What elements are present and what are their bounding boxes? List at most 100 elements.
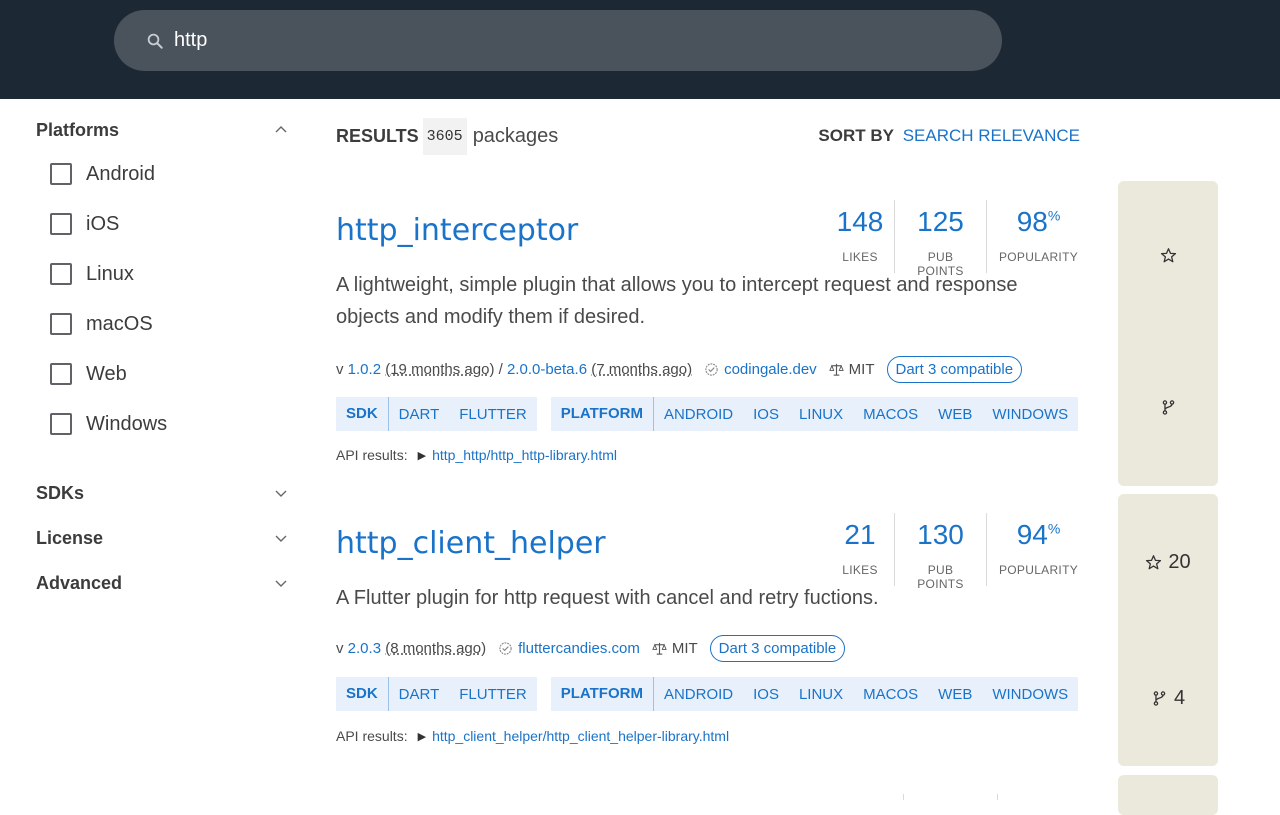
- platform-option-android[interactable]: Android: [50, 149, 167, 199]
- sdk-tag-dart[interactable]: DART: [389, 686, 450, 703]
- platform-tag-linux[interactable]: LINUX: [789, 686, 853, 703]
- version-link[interactable]: 1.0.2: [348, 361, 381, 378]
- platform-tag-linux[interactable]: LINUX: [789, 406, 853, 423]
- popularity-unit: %: [1047, 207, 1061, 224]
- star-icon: [1146, 554, 1162, 569]
- platform-tag-macos[interactable]: MACOS: [853, 686, 928, 703]
- search-bar[interactable]: http: [114, 10, 1002, 71]
- fork-icon: [1153, 690, 1166, 706]
- checkbox[interactable]: [50, 163, 72, 185]
- popularity-number: 98: [1016, 206, 1048, 237]
- package-metrics: 21 LIKES 130 PUB POINTS 94% POPULARITY: [826, 513, 1080, 591]
- platform-tag-android[interactable]: ANDROID: [654, 686, 743, 703]
- popularity-metric: 94% POPULARITY: [986, 513, 1080, 586]
- sdks-filter-header[interactable]: SDKs: [36, 481, 288, 505]
- expand-triangle-icon[interactable]: ▶: [418, 449, 426, 462]
- sdk-tag-dart[interactable]: DART: [389, 406, 450, 423]
- api-result-link[interactable]: http_http/http_http-library.html: [432, 447, 617, 463]
- popularity-unit: %: [1047, 520, 1061, 537]
- platforms-filter-label: Platforms: [36, 119, 120, 140]
- fork-icon: [1162, 399, 1174, 415]
- points-value: 125: [917, 206, 964, 237]
- platform-tag-macos[interactable]: MACOS: [853, 406, 928, 423]
- expand-triangle-icon[interactable]: ▶: [418, 730, 426, 743]
- top-header: http: [0, 0, 1280, 99]
- sdk-tag-flutter[interactable]: FLUTTER: [449, 406, 537, 423]
- package-card: http_client_helper 21 LIKES 130 PUB POIN…: [336, 494, 1080, 774]
- checkbox[interactable]: [50, 263, 72, 285]
- popularity-metric: 98% POPULARITY: [986, 200, 1080, 273]
- checkbox[interactable]: [50, 363, 72, 385]
- platform-label: macOS: [86, 312, 153, 335]
- checkbox[interactable]: [50, 313, 72, 335]
- platform-label: iOS: [86, 212, 120, 235]
- package-meta: v 2.0.3 (8 months ago) fluttercandies.co…: [336, 635, 846, 662]
- likes-metric: 21 LIKES: [826, 513, 894, 586]
- platform-tag-windows[interactable]: WINDOWS: [982, 406, 1078, 423]
- chevron-down-icon[interactable]: [274, 576, 288, 590]
- platform-tag-android[interactable]: ANDROID: [654, 406, 743, 423]
- platform-option-ios[interactable]: iOS: [50, 199, 167, 249]
- platform-tag-ios[interactable]: IOS: [743, 686, 789, 703]
- package-description: A lightweight, simple plugin that allows…: [336, 274, 1018, 328]
- platform-tag-ios[interactable]: IOS: [743, 406, 789, 423]
- platform-option-linux[interactable]: Linux: [50, 249, 167, 299]
- checkbox[interactable]: [50, 213, 72, 235]
- version-link[interactable]: 2.0.3: [348, 640, 381, 657]
- package-title-link[interactable]: http_client_helper: [336, 526, 606, 561]
- sdk-tag-label[interactable]: SDK: [336, 397, 389, 431]
- points-metric: 125 PUB POINTS: [894, 200, 986, 278]
- license-filter-header[interactable]: License: [36, 526, 288, 550]
- sort-label: SORT BY: [818, 126, 894, 145]
- license-text: MIT: [671, 640, 698, 657]
- platform-tag-web[interactable]: WEB: [928, 406, 982, 423]
- platform-label: Web: [86, 362, 127, 385]
- platform-tag-label[interactable]: PLATFORM: [551, 397, 654, 431]
- prerelease-link[interactable]: 2.0.0-beta.6: [507, 361, 587, 378]
- checkbox[interactable]: [50, 413, 72, 435]
- likes-value: 21: [844, 519, 876, 550]
- chevron-down-icon[interactable]: [274, 531, 288, 545]
- prerelease-separator: /: [494, 361, 507, 378]
- dart3-badge[interactable]: Dart 3 compatible: [709, 635, 846, 662]
- popularity-label: POPULARITY: [998, 250, 1079, 264]
- platform-label: Windows: [86, 412, 168, 435]
- publisher-link[interactable]: fluttercandies.com: [518, 640, 640, 657]
- dart3-badge[interactable]: Dart 3 compatible: [886, 356, 1023, 383]
- license-text: MIT: [848, 361, 875, 378]
- platform-tag-web[interactable]: WEB: [928, 686, 982, 703]
- package-card: http_interceptor 148 LIKES 125 PUB POINT…: [336, 181, 1080, 481]
- platform-tag-label[interactable]: PLATFORM: [551, 677, 654, 711]
- api-results: API results: ▶ http_http/http_http-libra…: [336, 447, 617, 463]
- platform-tag-windows[interactable]: WINDOWS: [982, 686, 1078, 703]
- results-count-badge: 3605: [422, 117, 467, 155]
- side-likes-count: 20: [1168, 550, 1191, 573]
- results-header: RESULTS 3605 packages SORT BY SEARCH REL…: [336, 116, 1080, 156]
- advanced-filter-header[interactable]: Advanced: [36, 571, 288, 595]
- package-title-link[interactable]: http_interceptor: [336, 213, 578, 248]
- license-filter-label: License: [36, 527, 104, 548]
- side-likes[interactable]: [1118, 243, 1218, 267]
- prerelease-age: (7 months ago): [591, 361, 693, 378]
- repo-side-panel: [1118, 775, 1218, 815]
- publisher-link[interactable]: codingale.dev: [724, 361, 817, 378]
- api-result-link[interactable]: http_client_helper/http_client_helper-li…: [432, 728, 729, 744]
- platform-option-windows[interactable]: Windows: [50, 399, 167, 449]
- chevron-down-icon[interactable]: [274, 486, 288, 500]
- repo-side-panel: [1118, 181, 1218, 486]
- side-likes[interactable]: 20: [1118, 550, 1218, 574]
- sort-dropdown-link[interactable]: SEARCH RELEVANCE: [903, 126, 1080, 145]
- sort-control: SORT BY SEARCH RELEVANCE: [818, 126, 1080, 146]
- side-forks[interactable]: 4: [1118, 686, 1218, 710]
- sdk-tag-group: SDK DART FLUTTER: [336, 677, 537, 711]
- sdks-filter-label: SDKs: [36, 482, 85, 503]
- side-forks[interactable]: [1118, 395, 1218, 419]
- platforms-filter-header[interactable]: Platforms: [36, 118, 288, 142]
- sdk-tag-label[interactable]: SDK: [336, 677, 389, 711]
- platform-option-web[interactable]: Web: [50, 349, 167, 399]
- sdk-tag-flutter[interactable]: FLUTTER: [449, 686, 537, 703]
- search-input[interactable]: http: [174, 29, 207, 52]
- package-description: A Flutter plugin for http request with c…: [336, 587, 879, 609]
- platform-option-macos[interactable]: macOS: [50, 299, 167, 349]
- chevron-up-icon[interactable]: [274, 123, 288, 137]
